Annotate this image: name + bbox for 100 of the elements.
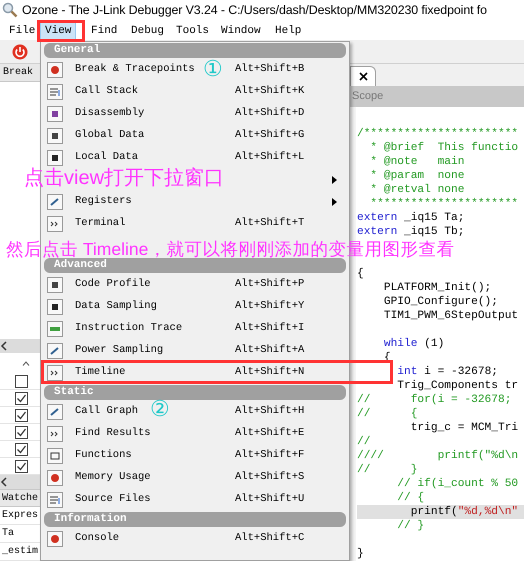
step-number: ① xyxy=(203,58,223,80)
code-line: Trig_Components tr xyxy=(396,379,520,393)
code-line: ********************** xyxy=(369,197,520,211)
section-header: Advanced xyxy=(44,258,346,273)
shortcut-text: Alt+Shift+N xyxy=(235,365,304,380)
shortcut-text: Alt+Shift+H xyxy=(235,404,304,420)
shortcut-text: Alt+Shift+E xyxy=(235,426,304,442)
tool-window-icon xyxy=(47,426,63,442)
checkbox[interactable] xyxy=(15,426,28,439)
tool-window-icon xyxy=(47,531,63,547)
tool-window-icon xyxy=(47,106,63,122)
shortcut-text: Alt+Shift+K xyxy=(235,84,304,100)
tool-window-icon xyxy=(47,150,63,166)
menu-item[interactable]: Local Data xyxy=(75,150,138,166)
section-header: Static xyxy=(44,385,346,400)
magnifier-icon xyxy=(2,2,18,18)
code-line: // xyxy=(357,435,372,449)
code-line: // { xyxy=(396,491,426,505)
code-line: * @param none xyxy=(369,169,466,183)
tool-window-icon xyxy=(47,404,63,420)
shortcut-text: Alt+Shift+I xyxy=(235,321,304,336)
menu-item[interactable]: Call Graph xyxy=(75,404,138,420)
power-icon[interactable] xyxy=(12,44,28,60)
annotation-text: 然后点击 Timeline，就可以将刚刚添加的变量用图形查看 xyxy=(6,241,454,258)
tool-window-icon xyxy=(47,62,63,78)
code-line: extern _iq15 Ta; xyxy=(357,211,466,225)
code-line: // } xyxy=(396,519,426,533)
menu-item[interactable]: Registers xyxy=(75,194,132,210)
menu-item[interactable]: Break & Tracepoints xyxy=(75,62,195,78)
code-line: /*********************** xyxy=(357,127,520,141)
checkbox[interactable] xyxy=(15,442,28,456)
panel-tab[interactable]: Break xyxy=(0,64,43,82)
menu-item[interactable]: Disassembly xyxy=(75,106,144,122)
menu-item[interactable]: Functions xyxy=(75,448,132,464)
shortcut-text: Alt+Shift+D xyxy=(235,106,304,122)
menu-item[interactable]: Find Results xyxy=(75,426,151,442)
tool-window-icon xyxy=(47,470,63,486)
code-line: { xyxy=(357,267,365,281)
shortcut-text: Alt+Shift+P xyxy=(235,277,304,292)
shortcut-text: Alt+Shift+A xyxy=(235,343,304,358)
panel-tab[interactable]: Watche xyxy=(0,489,43,508)
code-line: GPIO_Configure(); xyxy=(382,295,499,309)
menu-item[interactable]: Power Sampling xyxy=(75,343,164,359)
table-cell-text: Expres xyxy=(2,509,38,524)
code-line: while (1) xyxy=(382,337,446,351)
shortcut-text: Alt+Shift+C xyxy=(235,531,304,546)
menu-item[interactable]: Memory Usage xyxy=(75,470,151,486)
menu-item[interactable]: File xyxy=(4,22,40,40)
shortcut-text: Alt+Shift+L xyxy=(235,150,304,166)
menu-item[interactable]: Call Stack xyxy=(75,84,138,100)
menu-item[interactable]: Window xyxy=(216,22,266,40)
annotation-text: 点击view打开下拉窗口 xyxy=(24,168,224,188)
checkbox[interactable] xyxy=(15,392,28,405)
code-line: int i = -32678; xyxy=(396,365,500,379)
menu-item[interactable]: Instruction Trace xyxy=(75,321,182,337)
tool-window-icon xyxy=(47,84,63,100)
checkbox[interactable] xyxy=(15,374,28,388)
tool-window-icon xyxy=(47,216,63,232)
shortcut-text: Alt+Shift+U xyxy=(235,492,304,508)
code-line: //// printf("%d\n xyxy=(357,449,520,463)
menu-item[interactable]: Tools xyxy=(171,22,214,40)
scrollbar[interactable] xyxy=(0,339,43,354)
shortcut-text: Alt+Shift+T xyxy=(235,216,304,232)
code-line: * @retval none xyxy=(369,183,466,197)
tool-window-icon xyxy=(47,492,63,508)
window-title: Ozone - The J-Link Debugger V3.24 - C:/Users/dash/Desktop/MM320230 fixedpoint fo xyxy=(22,2,487,19)
menu-item[interactable]: Source Files xyxy=(75,492,151,508)
tool-window-icon xyxy=(47,277,63,293)
shortcut-text: Alt+Shift+B xyxy=(235,62,304,78)
tool-window-icon xyxy=(47,194,63,210)
menu-item[interactable]: Terminal xyxy=(75,216,126,232)
shortcut-text: Alt+Shift+S xyxy=(235,470,304,486)
menu-item[interactable]: Help xyxy=(270,22,306,40)
tool-window-icon xyxy=(47,343,63,359)
menu-item[interactable]: Global Data xyxy=(75,128,144,144)
menu-item[interactable]: Debug xyxy=(126,22,170,40)
menu-item[interactable]: Timeline xyxy=(75,365,126,381)
code-line: extern _iq15 Tb; xyxy=(357,225,466,239)
code-line: * @note main xyxy=(369,155,466,169)
table-cell-text: _estim xyxy=(2,544,38,560)
editor-tab[interactable] xyxy=(350,66,376,86)
menu-item[interactable]: Find xyxy=(86,22,122,40)
menu-item[interactable]: Console xyxy=(75,531,120,547)
code-line: TIM1_PWM_6StepOutput xyxy=(382,309,520,323)
shortcut-text: Alt+Shift+F xyxy=(235,448,304,464)
code-line: // for(i = -32678; xyxy=(357,393,512,407)
code-line: // } xyxy=(357,463,418,477)
tool-window-icon xyxy=(47,299,63,315)
highlight-frame xyxy=(37,20,85,42)
code-line: // if(i_count % 50 xyxy=(396,477,520,491)
checkbox[interactable] xyxy=(15,460,28,473)
scrollbar[interactable] xyxy=(0,475,43,490)
tool-window-icon xyxy=(47,448,63,464)
menu-item[interactable]: Data Sampling xyxy=(75,299,157,315)
checkbox[interactable] xyxy=(15,408,28,422)
section-header: General xyxy=(44,43,346,58)
close-icon[interactable] xyxy=(358,72,368,80)
shortcut-text: Alt+Shift+G xyxy=(235,128,304,144)
tool-window-icon xyxy=(47,365,63,381)
menu-item[interactable]: Code Profile xyxy=(75,277,151,293)
